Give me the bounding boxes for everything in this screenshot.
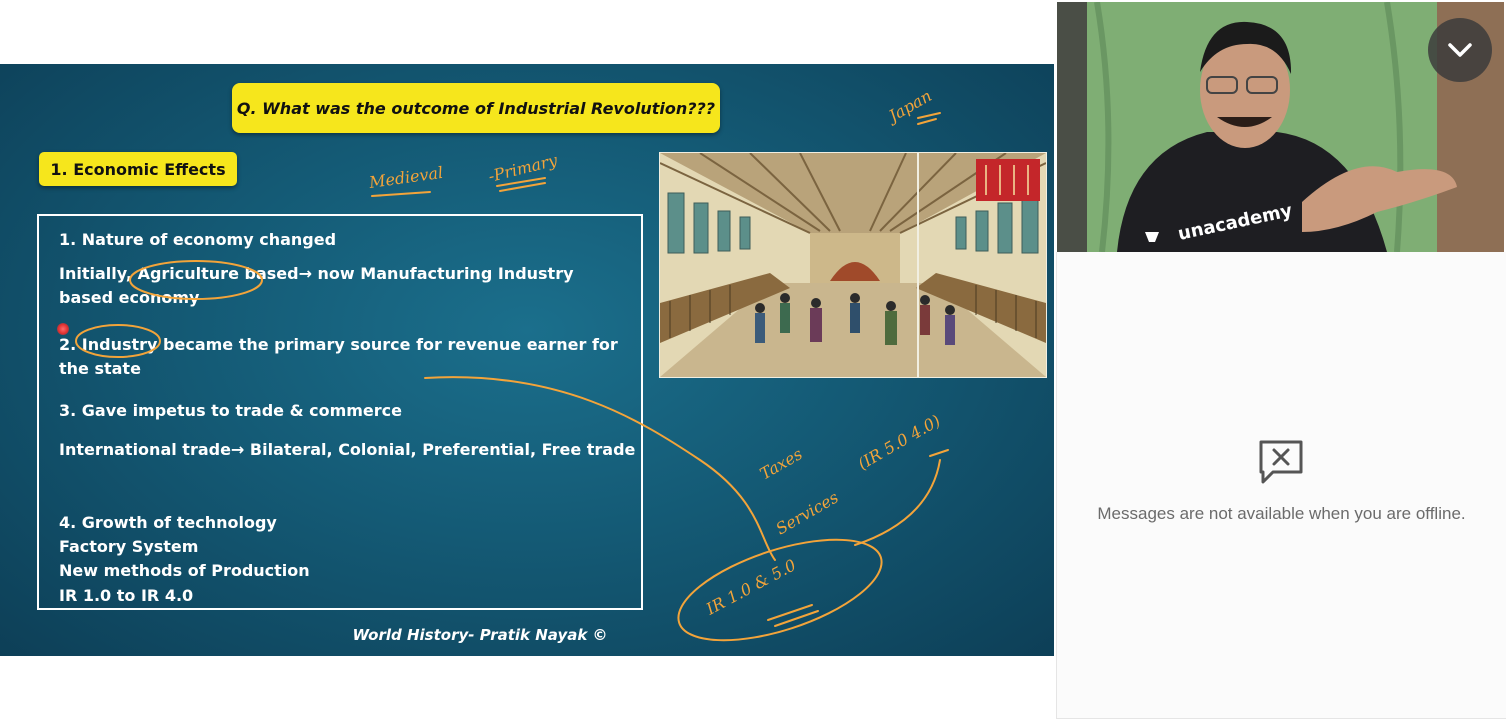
point-detail: New methods of Production	[59, 561, 310, 580]
point-detail: IR 1.0 to IR 4.0	[59, 586, 194, 605]
chevron-down-icon	[1448, 43, 1472, 57]
point-detail: International trade→ Bilateral, Colonial…	[59, 440, 636, 459]
slide-footer: World History- Pratik Nayak ©	[352, 626, 608, 644]
message-blocked-icon	[1259, 440, 1303, 484]
point-heading: 1. Nature of economy changed	[59, 230, 337, 249]
section-label: 1. Economic Effects	[39, 152, 237, 186]
offline-message: Messages are not available when you are …	[1097, 504, 1466, 523]
question-text: Q. What was the outcome of Industrial Re…	[236, 98, 716, 118]
collapse-video-button[interactable]	[1428, 18, 1492, 82]
factory-illustration	[659, 152, 1047, 378]
laser-pointer	[57, 323, 69, 335]
factory-illustration-graphic	[660, 153, 1046, 377]
point-detail: Initially, Agriculture based→ now Manufa…	[59, 264, 574, 307]
instructor-video: unacademy	[1057, 2, 1504, 252]
chat-panel: Messages are not available when you are …	[1056, 252, 1506, 719]
point-detail: Factory System	[59, 537, 199, 556]
presentation-slide: Q. What was the outcome of Industrial Re…	[0, 64, 1054, 656]
question-banner: Q. What was the outcome of Industrial Re…	[232, 83, 720, 133]
point-heading: 4. Growth of technology	[59, 513, 277, 532]
section-label-text: 1. Economic Effects	[50, 159, 226, 179]
point-heading: 3. Gave impetus to trade & commerce	[59, 401, 402, 420]
content-box: 1. Nature of economy changed Initially, …	[37, 214, 643, 610]
point-heading: 2. Industry became the primary source fo…	[59, 335, 618, 378]
